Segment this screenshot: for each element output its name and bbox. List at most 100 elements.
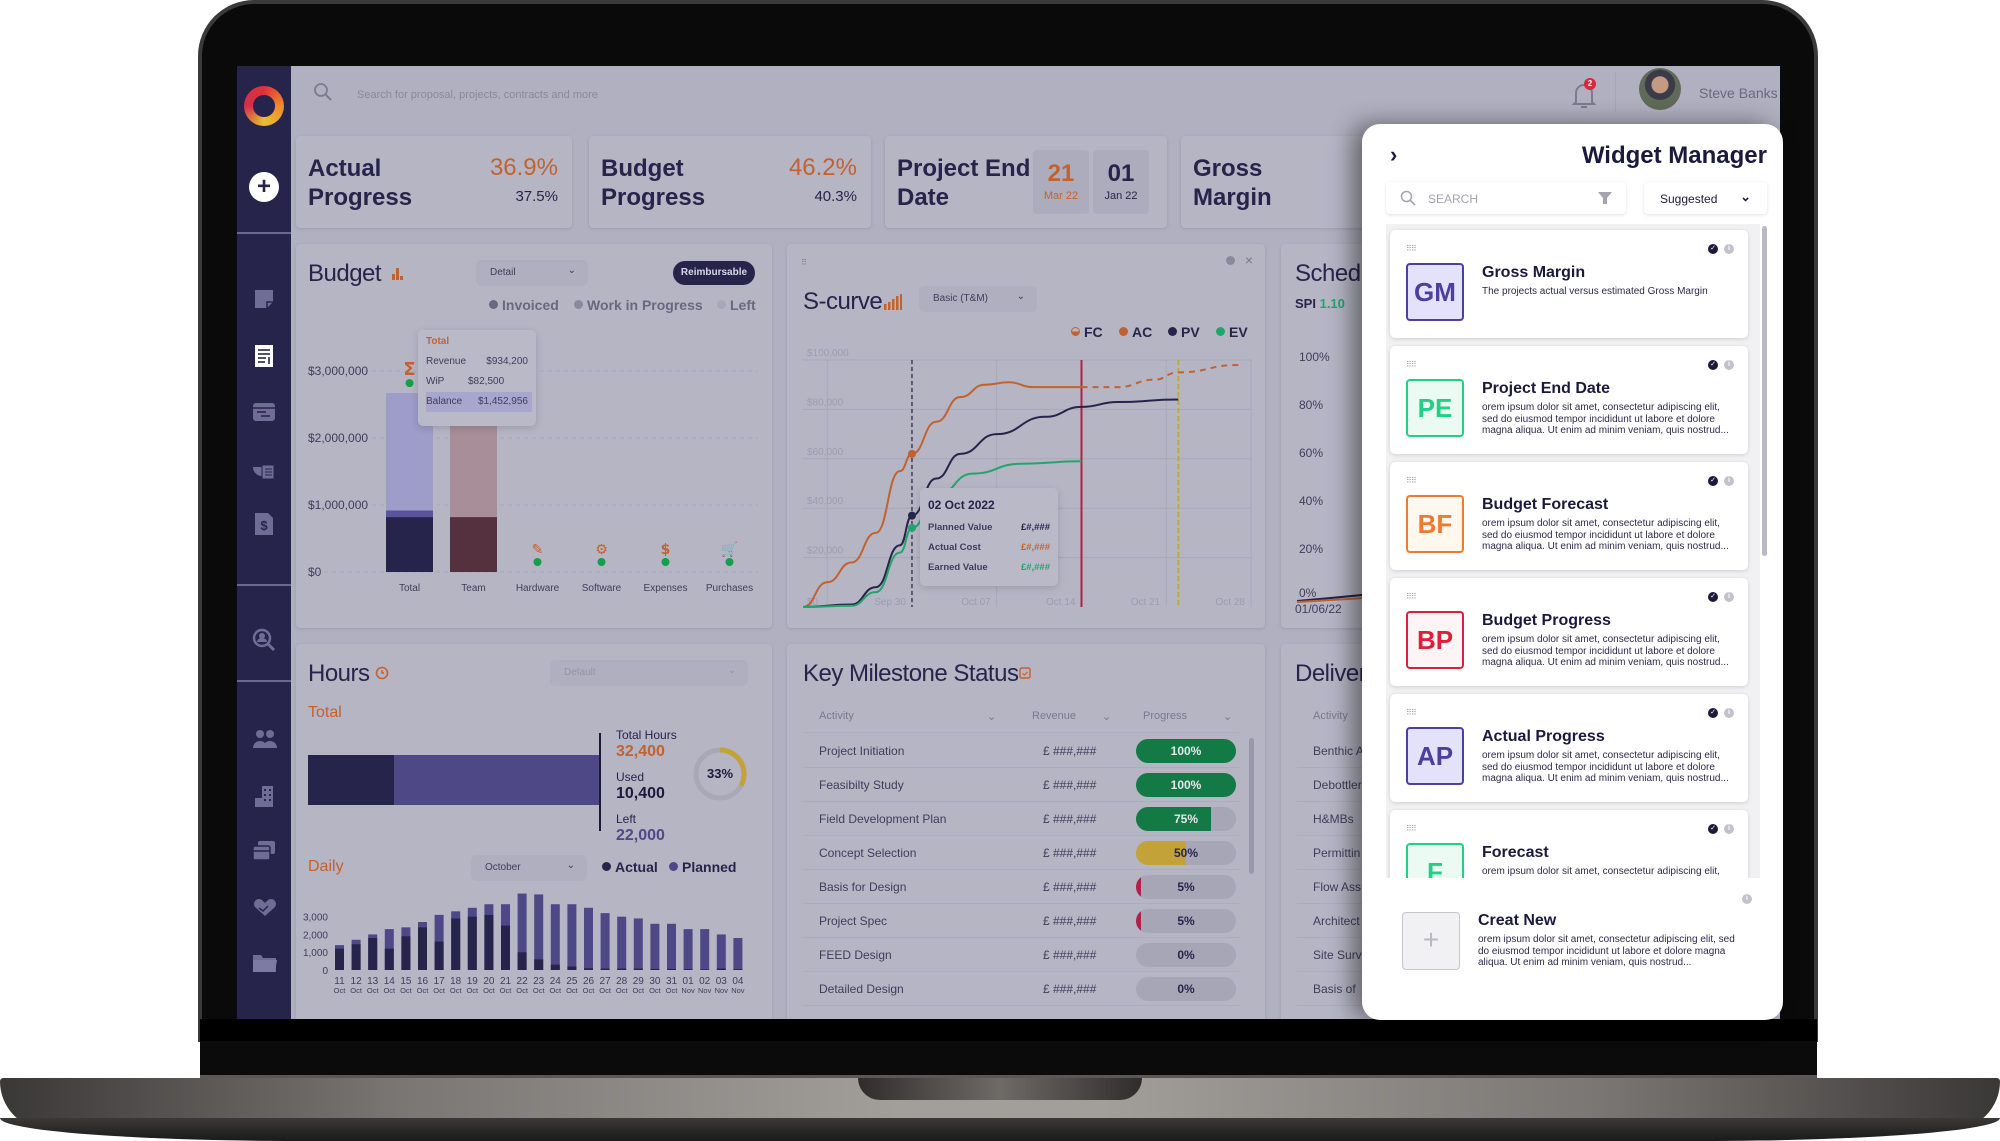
legend-ac[interactable]: AC [1119, 324, 1152, 340]
table-row[interactable]: Feasibilty Study £ ###,### 100% [803, 768, 1239, 802]
table-row[interactable]: Field Development Plan £ ###,### 75% [803, 802, 1239, 836]
global-search-input[interactable]: Search for proposal, projects, contracts… [357, 89, 598, 101]
legend-invoiced[interactable]: Invoiced [489, 297, 559, 313]
team-icon[interactable] [252, 728, 277, 752]
widget-search-input[interactable]: SEARCH [1386, 182, 1626, 214]
info-icon[interactable]: i [1724, 592, 1734, 602]
header-divider [1615, 72, 1616, 112]
table-row[interactable]: Basis for Design £ ###,### 5% [803, 870, 1239, 904]
table-row[interactable]: Concept Selection £ ###,### 50% [803, 836, 1239, 870]
status-dot [597, 558, 606, 566]
widget-card[interactable]: ⠿⠿ ✓ i GM Gross Margin The projects actual ve… [1390, 230, 1748, 338]
check-icon[interactable]: ✓ [1708, 476, 1718, 486]
legend-pv[interactable]: PV [1168, 324, 1200, 340]
drag-handle-icon[interactable]: ⠿⠿ [1406, 360, 1417, 369]
hours-view-dropdown[interactable]: Default ⌄ [550, 660, 748, 686]
filter-icon[interactable] [1598, 191, 1612, 205]
create-new-widget[interactable]: + Creat New orem ipsum dolor sit amet, c… [1402, 894, 1762, 992]
info-icon[interactable]: i [1724, 360, 1734, 370]
check-icon[interactable]: ✓ [1708, 592, 1718, 602]
widget-list-scrollbar[interactable] [1762, 226, 1767, 556]
info-icon[interactable] [1226, 256, 1235, 265]
table-row[interactable]: Project Initiation £ ###,### 100% [803, 734, 1239, 768]
laptop-hinge [200, 1041, 1817, 1078]
info-icon[interactable]: i [1724, 476, 1734, 486]
note-icon[interactable] [252, 288, 276, 312]
bar-planned [683, 929, 693, 970]
dollar-file-icon[interactable]: $ [252, 512, 276, 536]
sidebar-divider [237, 680, 291, 682]
widget-card[interactable]: ⠿⠿ ✓ i BF Budget Forecast orem ipsum dolor si… [1390, 462, 1748, 570]
y-tick-label: $60,000 [807, 447, 844, 458]
x-tick-month: Nov [715, 986, 729, 995]
handshake-icon[interactable] [252, 896, 276, 920]
document-icon[interactable] [252, 344, 276, 368]
calendar-check-icon [1019, 667, 1031, 679]
close-icon[interactable]: × [1245, 252, 1253, 268]
check-icon[interactable]: ✓ [1708, 708, 1718, 718]
add-button[interactable]: + [249, 172, 279, 202]
legend-actual[interactable]: Actual [602, 859, 658, 875]
drag-handle-icon[interactable]: ⠿⠿ [1406, 824, 1417, 833]
bar-actual [683, 969, 693, 970]
bar-actual [700, 969, 710, 970]
table-row[interactable]: Project Spec £ ###,### 5% [803, 904, 1239, 938]
widget-card[interactable]: ⠿⠿ ✓ i PE Project End Date orem ipsum dolor s… [1390, 346, 1748, 454]
folder-icon[interactable] [252, 952, 277, 976]
table-row[interactable]: FEED Design £ ###,### 0% [803, 938, 1239, 972]
laptop-chin [200, 1019, 1817, 1041]
bar-planned [700, 929, 710, 970]
budget-view-dropdown[interactable]: Detail ⌄ [476, 260, 588, 286]
activity-cell: Basis for Design [819, 880, 907, 894]
info-icon[interactable]: i [1742, 894, 1752, 904]
column-header-progress[interactable]: Progress ⌄ [1143, 710, 1232, 723]
column-header-activity[interactable]: Activity [1313, 710, 1348, 722]
widget-sort-dropdown[interactable]: Suggested ⌄ [1644, 182, 1767, 214]
info-icon[interactable]: i [1724, 244, 1734, 254]
drag-handle-icon[interactable]: ⠿⠿ [1406, 476, 1417, 485]
x-tick-month: Oct [632, 986, 645, 995]
building-icon[interactable] [252, 784, 276, 808]
info-icon[interactable]: i [1724, 708, 1734, 718]
legend-fc[interactable]: FC [1071, 324, 1103, 340]
scurve-type-dropdown[interactable]: Basic (T&M) ⌄ [919, 286, 1037, 312]
drag-handle-icon[interactable]: ⠿⠿ [1406, 592, 1417, 601]
pie-report-icon[interactable] [252, 456, 276, 480]
kpi-actual-progress[interactable]: Actual Progress 36.9% 37.5% [296, 136, 572, 228]
collapse-chevron-icon[interactable]: › [1390, 142, 1397, 168]
drag-handle-icon[interactable]: ⠿⠿ [1406, 708, 1417, 717]
bar-actual [401, 936, 411, 970]
table-scrollbar[interactable] [1249, 738, 1254, 874]
logo-icon[interactable] [244, 86, 284, 126]
kpi-project-end-date[interactable]: Project End Date 21 Mar 22 01 Jan 22 [885, 136, 1167, 228]
calendar-icon[interactable] [252, 400, 276, 424]
user-name[interactable]: Steve Banks [1699, 85, 1778, 101]
info-icon[interactable]: i [1724, 824, 1734, 834]
cards-icon[interactable] [252, 840, 276, 864]
legend-wip[interactable]: Work in Progress [574, 297, 703, 313]
kpi-budget-progress[interactable]: Budget Progress 46.2% 40.3% [589, 136, 871, 228]
widget-card[interactable]: ⠿⠿ ✓ i F Forecast orem ipsum dolor sit amet, … [1390, 810, 1748, 878]
table-row[interactable]: Detailed Design £ ###,### 0% [803, 972, 1239, 1006]
column-header-revenue[interactable]: Revenue ⌄ [1032, 710, 1111, 723]
reimbursable-toggle[interactable]: Reimbursable [673, 261, 755, 285]
column-header-activity[interactable]: Activity ⌄ [819, 710, 996, 723]
drag-handle-icon[interactable]: ⠿ [801, 258, 807, 267]
check-icon[interactable]: ✓ [1708, 824, 1718, 834]
legend-ev[interactable]: EV [1216, 324, 1248, 340]
legend-planned[interactable]: Planned [669, 859, 736, 875]
search-icon[interactable] [313, 82, 333, 102]
kpi-main-value: 36.9% [489, 154, 558, 181]
bar-actual [550, 964, 560, 970]
legend-left[interactable]: Left [717, 297, 756, 313]
user-search-icon[interactable] [252, 628, 276, 652]
widget-card[interactable]: ⠿⠿ ✓ i BP Budget Progress orem ipsum dolor si… [1390, 578, 1748, 686]
user-avatar[interactable] [1639, 68, 1681, 110]
progress-bar: 5% [1136, 875, 1236, 899]
widget-card[interactable]: ⠿⠿ ✓ i AP Actual Progress orem ipsum dolor si… [1390, 694, 1748, 802]
drag-handle-icon[interactable]: ⠿⠿ [1406, 244, 1417, 253]
check-icon[interactable]: ✓ [1708, 360, 1718, 370]
signal-bars-icon [884, 294, 902, 310]
check-icon[interactable]: ✓ [1708, 244, 1718, 254]
x-tick-month: Oct [516, 986, 529, 995]
